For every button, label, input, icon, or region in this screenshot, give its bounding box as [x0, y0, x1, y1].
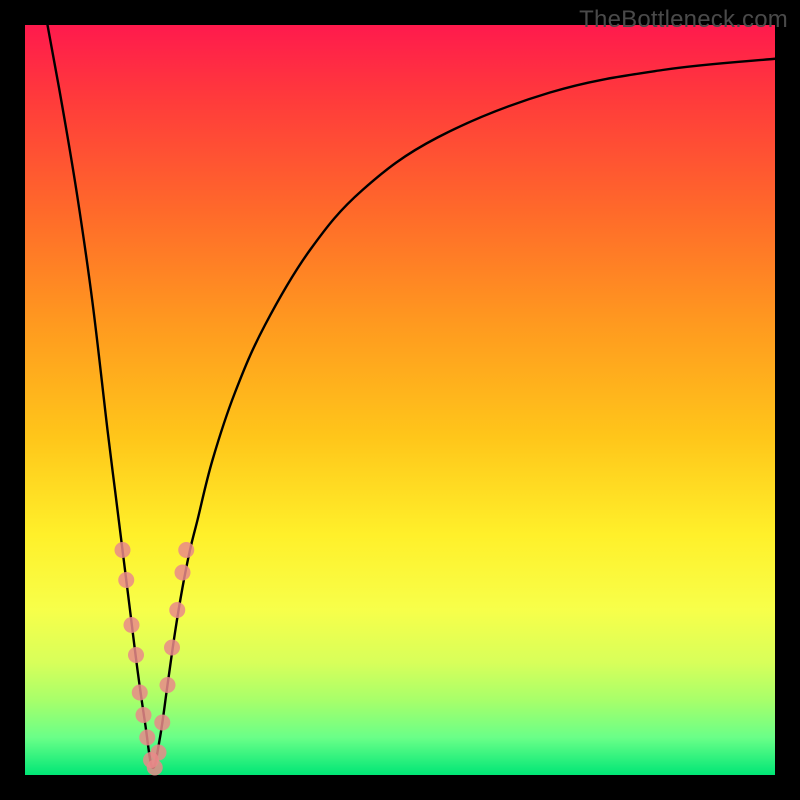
highlight-dot [124, 617, 140, 633]
highlight-dot [147, 760, 163, 776]
highlight-dot [151, 745, 167, 761]
highlight-dot [164, 640, 180, 656]
highlight-dot [136, 707, 152, 723]
highlight-dot [169, 602, 185, 618]
highlight-dot [118, 572, 134, 588]
chart-frame: TheBottleneck.com [0, 0, 800, 800]
bottleneck-curve [48, 25, 776, 768]
highlight-dot [139, 730, 155, 746]
highlight-dot [154, 715, 170, 731]
chart-svg [0, 0, 800, 800]
highlight-dot [128, 647, 144, 663]
highlight-dot [175, 565, 191, 581]
highlight-dot [160, 677, 176, 693]
highlight-dots-group [115, 542, 195, 776]
highlight-dot [115, 542, 131, 558]
highlight-dot [178, 542, 194, 558]
highlight-dot [132, 685, 148, 701]
